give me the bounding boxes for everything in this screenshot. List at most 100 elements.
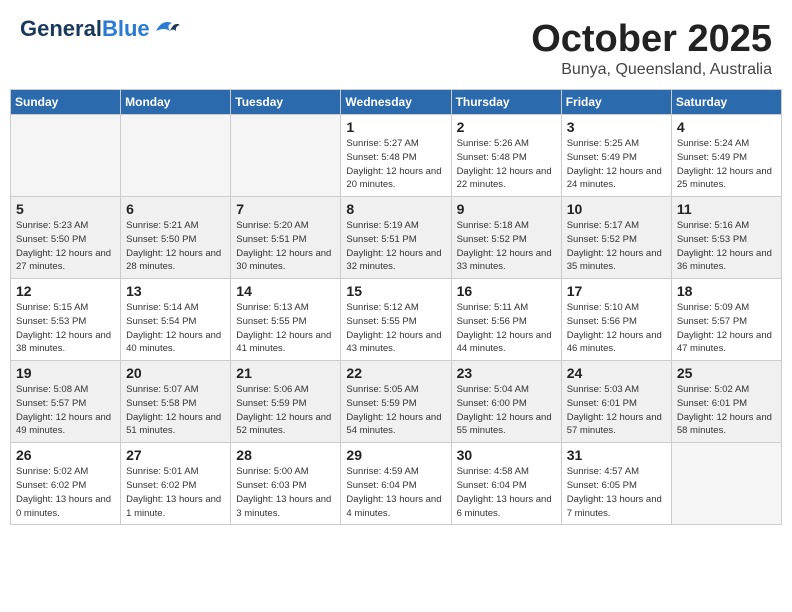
day-number: 27 — [126, 447, 226, 463]
day-info: Sunrise: 5:18 AM Sunset: 5:52 PM Dayligh… — [457, 219, 557, 274]
day-number: 1 — [346, 119, 446, 135]
day-number: 12 — [16, 283, 116, 299]
calendar-cell: 30 Sunrise: 4:58 AM Sunset: 6:04 PM Dayli… — [451, 443, 561, 525]
header: GeneralBlue October 2025 Bunya, Queensla… — [10, 10, 782, 85]
calendar-cell: 15 Sunrise: 5:12 AM Sunset: 5:55 PM Dayli… — [341, 279, 451, 361]
weekday-header-wednesday: Wednesday — [341, 90, 451, 115]
calendar-cell: 10 Sunrise: 5:17 AM Sunset: 5:52 PM Dayli… — [561, 197, 671, 279]
day-number: 10 — [567, 201, 667, 217]
day-number: 17 — [567, 283, 667, 299]
day-info: Sunrise: 5:12 AM Sunset: 5:55 PM Dayligh… — [346, 301, 446, 356]
calendar-cell: 16 Sunrise: 5:11 AM Sunset: 5:56 PM Dayli… — [451, 279, 561, 361]
calendar-week-row: 19 Sunrise: 5:08 AM Sunset: 5:57 PM Dayli… — [11, 361, 782, 443]
logo-bird-icon — [152, 17, 180, 37]
day-number: 15 — [346, 283, 446, 299]
day-number: 21 — [236, 365, 336, 381]
day-info: Sunrise: 5:03 AM Sunset: 6:01 PM Dayligh… — [567, 383, 667, 438]
day-number: 7 — [236, 201, 336, 217]
day-info: Sunrise: 5:14 AM Sunset: 5:54 PM Dayligh… — [126, 301, 226, 356]
weekday-header-monday: Monday — [121, 90, 231, 115]
calendar-cell: 5 Sunrise: 5:23 AM Sunset: 5:50 PM Daylig… — [11, 197, 121, 279]
day-info: Sunrise: 5:27 AM Sunset: 5:48 PM Dayligh… — [346, 137, 446, 192]
day-number: 20 — [126, 365, 226, 381]
calendar-cell: 24 Sunrise: 5:03 AM Sunset: 6:01 PM Dayli… — [561, 361, 671, 443]
calendar-cell: 6 Sunrise: 5:21 AM Sunset: 5:50 PM Daylig… — [121, 197, 231, 279]
calendar-cell: 23Sunrise: 5:04 AM Sunset: 6:00 PM Dayli… — [451, 361, 561, 443]
day-info: Sunrise: 5:02 AM Sunset: 6:01 PM Dayligh… — [677, 383, 777, 438]
calendar-cell: 29Sunrise: 4:59 AM Sunset: 6:04 PM Dayli… — [341, 443, 451, 525]
day-number: 13 — [126, 283, 226, 299]
calendar-cell: 17 Sunrise: 5:10 AM Sunset: 5:56 PM Dayli… — [561, 279, 671, 361]
calendar-cell: 20 Sunrise: 5:07 AM Sunset: 5:58 PM Dayli… — [121, 361, 231, 443]
day-info: Sunrise: 5:08 AM Sunset: 5:57 PM Dayligh… — [16, 383, 116, 438]
day-info: Sunrise: 5:15 AM Sunset: 5:53 PM Dayligh… — [16, 301, 116, 356]
day-info: Sunrise: 4:59 AM Sunset: 6:04 PM Dayligh… — [346, 465, 446, 520]
day-info: Sunrise: 5:00 AM Sunset: 6:03 PM Dayligh… — [236, 465, 336, 520]
day-number: 2 — [457, 119, 557, 135]
day-info: Sunrise: 5:25 AM Sunset: 5:49 PM Dayligh… — [567, 137, 667, 192]
calendar-cell: 7 Sunrise: 5:20 AM Sunset: 5:51 PM Daylig… — [231, 197, 341, 279]
day-number: 19 — [16, 365, 116, 381]
weekday-header-saturday: Saturday — [671, 90, 781, 115]
weekday-header-sunday: Sunday — [11, 90, 121, 115]
day-info: Sunrise: 5:20 AM Sunset: 5:51 PM Dayligh… — [236, 219, 336, 274]
calendar-cell: 11Sunrise: 5:16 AM Sunset: 5:53 PM Dayli… — [671, 197, 781, 279]
day-info: Sunrise: 5:23 AM Sunset: 5:50 PM Dayligh… — [16, 219, 116, 274]
calendar-cell: 14 Sunrise: 5:13 AM Sunset: 5:55 PM Dayli… — [231, 279, 341, 361]
day-info: Sunrise: 5:10 AM Sunset: 5:56 PM Dayligh… — [567, 301, 667, 356]
day-number: 26 — [16, 447, 116, 463]
calendar-cell — [11, 115, 121, 197]
day-info: Sunrise: 5:16 AM Sunset: 5:53 PM Dayligh… — [677, 219, 777, 274]
title-area: October 2025 Bunya, Queensland, Australi… — [531, 18, 772, 79]
day-number: 6 — [126, 201, 226, 217]
day-number: 22 — [346, 365, 446, 381]
day-number: 18 — [677, 283, 777, 299]
day-number: 14 — [236, 283, 336, 299]
calendar-cell — [231, 115, 341, 197]
calendar-cell: 13 Sunrise: 5:14 AM Sunset: 5:54 PM Dayli… — [121, 279, 231, 361]
calendar-cell: 18 Sunrise: 5:09 AM Sunset: 5:57 PM Dayli… — [671, 279, 781, 361]
calendar-cell: 25Sunrise: 5:02 AM Sunset: 6:01 PM Dayli… — [671, 361, 781, 443]
calendar-table: SundayMondayTuesdayWednesdayThursdayFrid… — [10, 89, 782, 525]
weekday-header-tuesday: Tuesday — [231, 90, 341, 115]
day-number: 8 — [346, 201, 446, 217]
calendar-cell: 19 Sunrise: 5:08 AM Sunset: 5:57 PM Dayli… — [11, 361, 121, 443]
calendar-cell: 27Sunrise: 5:01 AM Sunset: 6:02 PM Dayli… — [121, 443, 231, 525]
day-info: Sunrise: 5:02 AM Sunset: 6:02 PM Dayligh… — [16, 465, 116, 520]
location-title: Bunya, Queensland, Australia — [531, 61, 772, 79]
calendar-cell: 28Sunrise: 5:00 AM Sunset: 6:03 PM Dayli… — [231, 443, 341, 525]
calendar-cell: 26 Sunrise: 5:02 AM Sunset: 6:02 PM Dayli… — [11, 443, 121, 525]
day-info: Sunrise: 5:19 AM Sunset: 5:51 PM Dayligh… — [346, 219, 446, 274]
day-number: 3 — [567, 119, 667, 135]
day-info: Sunrise: 5:06 AM Sunset: 5:59 PM Dayligh… — [236, 383, 336, 438]
day-number: 4 — [677, 119, 777, 135]
calendar-week-row: 5 Sunrise: 5:23 AM Sunset: 5:50 PM Daylig… — [11, 197, 782, 279]
calendar-cell — [671, 443, 781, 525]
day-info: Sunrise: 4:57 AM Sunset: 6:05 PM Dayligh… — [567, 465, 667, 520]
day-number: 30 — [457, 447, 557, 463]
calendar-cell: 8 Sunrise: 5:19 AM Sunset: 5:51 PM Daylig… — [341, 197, 451, 279]
day-info: Sunrise: 5:05 AM Sunset: 5:59 PM Dayligh… — [346, 383, 446, 438]
day-info: Sunrise: 5:13 AM Sunset: 5:55 PM Dayligh… — [236, 301, 336, 356]
day-info: Sunrise: 5:21 AM Sunset: 5:50 PM Dayligh… — [126, 219, 226, 274]
calendar-cell: 9 Sunrise: 5:18 AM Sunset: 5:52 PM Daylig… — [451, 197, 561, 279]
day-number: 9 — [457, 201, 557, 217]
day-info: Sunrise: 5:24 AM Sunset: 5:49 PM Dayligh… — [677, 137, 777, 192]
day-info: Sunrise: 5:09 AM Sunset: 5:57 PM Dayligh… — [677, 301, 777, 356]
calendar-week-row: 26 Sunrise: 5:02 AM Sunset: 6:02 PM Dayli… — [11, 443, 782, 525]
logo: GeneralBlue — [20, 18, 180, 40]
day-info: Sunrise: 5:17 AM Sunset: 5:52 PM Dayligh… — [567, 219, 667, 274]
calendar-cell: 21 Sunrise: 5:06 AM Sunset: 5:59 PM Dayli… — [231, 361, 341, 443]
day-number: 16 — [457, 283, 557, 299]
day-info: Sunrise: 5:26 AM Sunset: 5:48 PM Dayligh… — [457, 137, 557, 192]
weekday-header-thursday: Thursday — [451, 90, 561, 115]
day-info: Sunrise: 4:58 AM Sunset: 6:04 PM Dayligh… — [457, 465, 557, 520]
day-number: 24 — [567, 365, 667, 381]
weekday-header-row: SundayMondayTuesdayWednesdayThursdayFrid… — [11, 90, 782, 115]
day-info: Sunrise: 5:11 AM Sunset: 5:56 PM Dayligh… — [457, 301, 557, 356]
day-info: Sunrise: 5:07 AM Sunset: 5:58 PM Dayligh… — [126, 383, 226, 438]
calendar-cell: 31Sunrise: 4:57 AM Sunset: 6:05 PM Dayli… — [561, 443, 671, 525]
calendar-cell — [121, 115, 231, 197]
day-number: 5 — [16, 201, 116, 217]
calendar-cell: 2 Sunrise: 5:26 AM Sunset: 5:48 PM Daylig… — [451, 115, 561, 197]
